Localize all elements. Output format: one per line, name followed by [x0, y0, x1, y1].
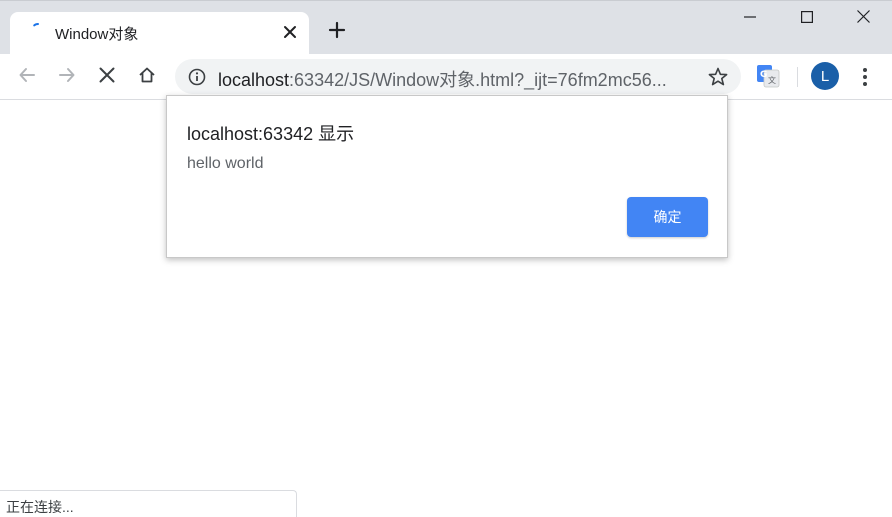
avatar-letter: L — [820, 67, 830, 85]
minimize-button[interactable] — [722, 0, 777, 38]
loading-spinner-icon — [30, 22, 46, 38]
browser-window: Window对象 localhost:63342/JS/Window对象.htm… — [0, 0, 892, 517]
url-path: :63342/JS/Window对象.html?_ijt=76fm2mc56..… — [289, 70, 667, 90]
stop-x-icon — [99, 67, 115, 88]
tab-window-object[interactable]: Window对象 — [10, 12, 309, 54]
url-text[interactable]: localhost:63342/JS/Window对象.html?_ijt=76… — [218, 66, 667, 92]
status-bubble: 正在连接... — [0, 490, 297, 517]
stop-loading-button[interactable] — [92, 62, 122, 92]
home-icon — [138, 66, 156, 89]
svg-text:文: 文 — [768, 75, 776, 85]
tab-strip: Window对象 — [0, 0, 892, 54]
profile-avatar[interactable]: L — [811, 62, 839, 90]
star-icon[interactable] — [707, 66, 729, 88]
tab-title: Window对象 — [55, 26, 139, 43]
dialog-message: hello world — [187, 155, 264, 172]
url-host: localhost — [218, 70, 290, 90]
google-translate-icon[interactable]: G 文 — [756, 64, 780, 88]
plus-icon — [328, 21, 346, 44]
close-icon — [857, 10, 870, 28]
toolbar-separator — [797, 67, 798, 87]
address-bar[interactable]: localhost:63342/JS/Window对象.html?_ijt=76… — [175, 59, 741, 94]
home-button[interactable] — [132, 62, 162, 92]
close-window-button[interactable] — [836, 0, 891, 38]
tab-close-icon[interactable] — [278, 20, 302, 44]
maximize-button[interactable] — [779, 0, 834, 38]
svg-text:G: G — [760, 70, 767, 80]
three-dot-menu-icon[interactable] — [853, 65, 877, 89]
info-icon[interactable] — [187, 67, 207, 87]
new-tab-button[interactable] — [323, 18, 351, 46]
browser-toolbar: localhost:63342/JS/Window对象.html?_ijt=76… — [0, 54, 892, 100]
arrow-right-icon — [58, 66, 76, 89]
minimize-icon — [743, 10, 756, 28]
dialog-title: localhost:63342 显示 — [187, 124, 355, 144]
status-text: 正在连接... — [6, 499, 74, 515]
alert-dialog: localhost:63342 显示 hello world 确定 — [166, 95, 728, 258]
arrow-left-icon — [18, 66, 36, 89]
forward-button[interactable] — [52, 62, 82, 92]
ok-button[interactable]: 确定 — [627, 197, 708, 237]
maximize-icon — [800, 10, 813, 28]
back-button[interactable] — [12, 62, 42, 92]
